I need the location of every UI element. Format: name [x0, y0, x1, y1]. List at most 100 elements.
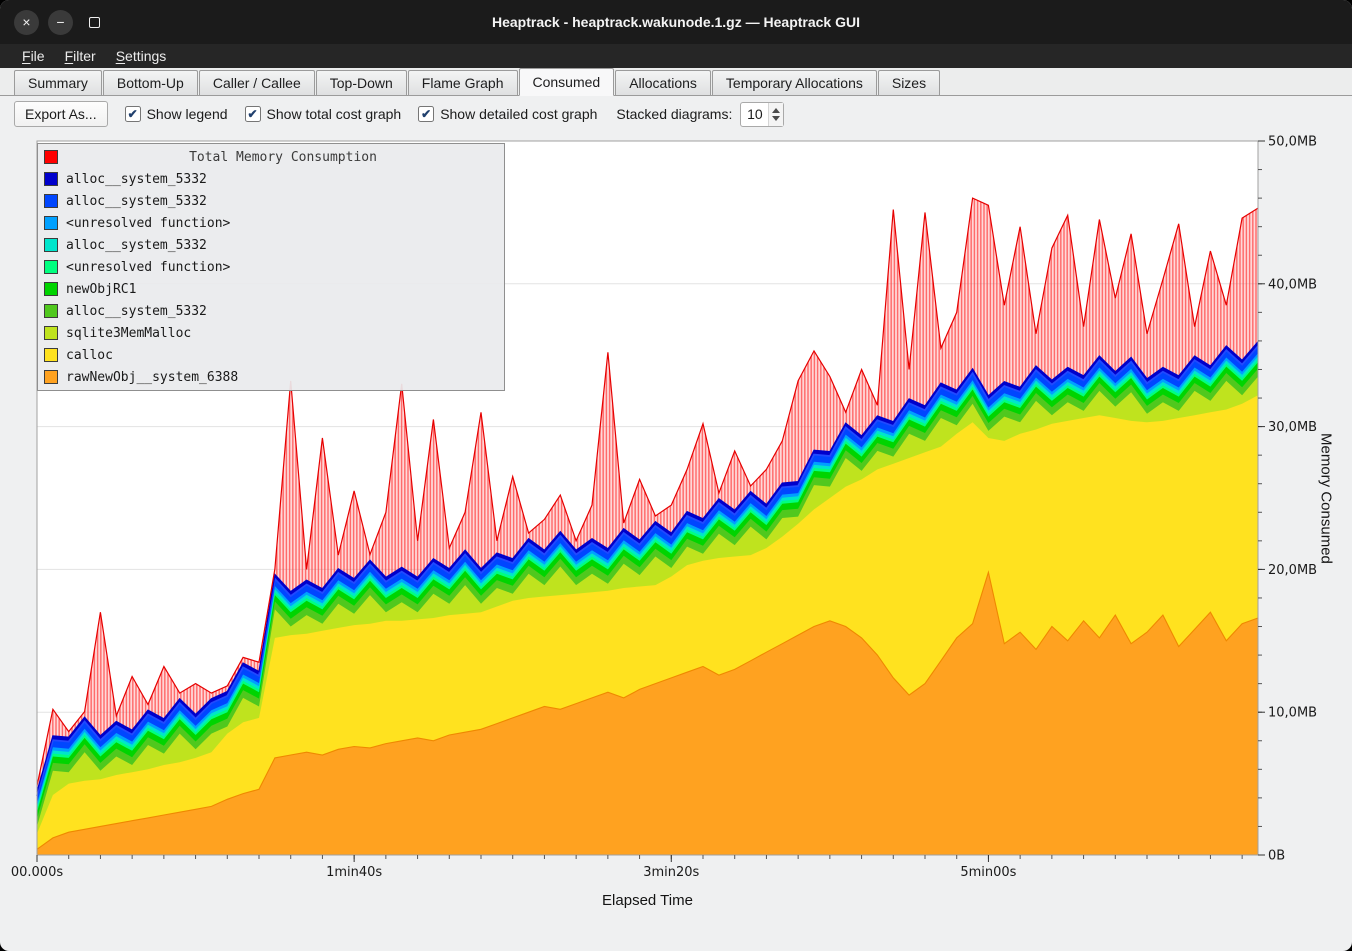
tab-allocations[interactable]: Allocations: [615, 70, 711, 95]
toolbar: Export As... ✔ Show legend ✔ Show total cos…: [0, 96, 1352, 132]
legend-item-label: alloc__system_5332: [66, 238, 207, 253]
legend-color-swatch: [44, 238, 58, 252]
maximize-button[interactable]: [82, 10, 107, 35]
menu-filter[interactable]: Filter: [55, 46, 106, 66]
checkbox-show-detailed-cost-graph[interactable]: ✔ Show detailed cost graph: [418, 106, 597, 122]
chart-region: 00.000s 1min40s 3min20s 5min00s 0B 10,0MB 20,0…: [0, 0, 1352, 951]
window-controls: × −: [14, 0, 107, 44]
tab-sizes[interactable]: Sizes: [878, 70, 940, 95]
x-axis-title: Elapsed Time: [37, 892, 1258, 909]
menu-bar: FileFilterSettings: [0, 44, 1352, 68]
series-area-rawnewobj-system-6388: [37, 572, 1258, 855]
spin-up-icon[interactable]: [772, 108, 780, 113]
checkbox-box-icon[interactable]: ✔: [418, 106, 434, 122]
legend-item: alloc__system_5332: [42, 300, 500, 322]
series-area-alloc-system-5332: [37, 342, 1258, 855]
legend-item: <unresolved function>: [42, 256, 500, 278]
chart-legend: Total Memory Consumption alloc__system_53…: [37, 143, 505, 391]
tab-caller-callee[interactable]: Caller / Callee: [199, 70, 315, 95]
close-button[interactable]: ×: [14, 10, 39, 35]
checkbox-label: Show total cost graph: [267, 106, 402, 122]
series-area-newobjrc1: [37, 362, 1258, 855]
x-tick-label: 00.000s: [11, 865, 63, 880]
close-icon: ×: [22, 15, 30, 29]
legend-title: Total Memory Consumption: [66, 150, 500, 165]
toolbar-checkboxes: ✔ Show legend ✔ Show total cost graph ✔ Show …: [125, 106, 598, 122]
legend-item-label: <unresolved function>: [66, 216, 230, 231]
y-tick-label: 0B: [1268, 849, 1285, 864]
series-area-alloc-system-5332: [37, 356, 1258, 855]
x-tick-label: 1min40s: [326, 865, 382, 880]
legend-color-swatch: [44, 194, 58, 208]
export-as-button[interactable]: Export As...: [14, 101, 108, 127]
legend-item: <unresolved function>: [42, 212, 500, 234]
checkbox-box-icon[interactable]: ✔: [125, 106, 141, 122]
tab-flame-graph[interactable]: Flame Graph: [408, 70, 518, 95]
tab-bottom-up[interactable]: Bottom-Up: [103, 70, 198, 95]
legend-color-swatch: [44, 172, 58, 186]
legend-item: calloc: [42, 344, 500, 366]
series-area-unresolved-function: [37, 353, 1258, 855]
legend-color-swatch: [44, 216, 58, 230]
menu-settings[interactable]: Settings: [106, 46, 177, 66]
memory-consumption-chart[interactable]: 00.000s 1min40s 3min20s 5min00s 0B 10,0MB 20,0…: [0, 0, 1352, 951]
series-area-alloc-system-5332: [37, 369, 1258, 855]
legend-item: alloc__system_5332: [42, 190, 500, 212]
tab-summary[interactable]: Summary: [14, 70, 102, 95]
legend-title-row: Total Memory Consumption: [42, 146, 500, 168]
checkbox-label: Show legend: [147, 106, 228, 122]
titlebar: × − Heaptrack - heaptrack.wakunode.1.gz …: [0, 0, 1352, 44]
y-tick-label: 50,0MB: [1268, 135, 1317, 150]
legend-item-label: alloc__system_5332: [66, 194, 207, 209]
series-area-unresolved-function: [37, 360, 1258, 856]
heaptrack-window: × − Heaptrack - heaptrack.wakunode.1.gz …: [0, 0, 1352, 951]
maximize-icon: [89, 17, 100, 28]
stacked-diagrams-label: Stacked diagrams:: [616, 106, 732, 122]
total-consumption-area: [37, 198, 1258, 855]
legend-color-swatch: [44, 304, 58, 318]
legend-item-label: newObjRC1: [66, 282, 136, 297]
legend-color-swatch: [44, 260, 58, 274]
legend-item-label: alloc__system_5332: [66, 304, 207, 319]
legend-item-label: rawNewObj__system_6388: [66, 370, 238, 385]
legend-color-swatch: [44, 282, 58, 296]
tab-bar: SummaryBottom-UpCaller / CalleeTop-DownF…: [0, 68, 1352, 96]
y-tick-label: 40,0MB: [1268, 277, 1317, 292]
window-title: Heaptrack - heaptrack.wakunode.1.gz — He…: [0, 14, 1352, 30]
spinbox-arrows: [768, 103, 783, 126]
y-axis-title: Memory Consumed: [1314, 141, 1338, 855]
y-tick-label: 10,0MB: [1268, 706, 1317, 721]
legend-item-label: <unresolved function>: [66, 260, 230, 275]
tab-top-down[interactable]: Top-Down: [316, 70, 407, 95]
menu-file[interactable]: File: [12, 46, 55, 66]
y-tick-label: 20,0MB: [1268, 563, 1317, 578]
series-area-alloc-system-5332: [37, 346, 1258, 855]
legend-color-swatch: [44, 326, 58, 340]
total-consumption-line: [37, 198, 1258, 786]
tab-temporary-allocations[interactable]: Temporary Allocations: [712, 70, 877, 95]
tab-consumed[interactable]: Consumed: [519, 68, 615, 96]
legend-item-label: alloc__system_5332: [66, 172, 207, 187]
legend-item: alloc__system_5332: [42, 168, 500, 190]
checkbox-show-legend[interactable]: ✔ Show legend: [125, 106, 228, 122]
checkbox-label: Show detailed cost graph: [440, 106, 597, 122]
spin-down-icon[interactable]: [772, 116, 780, 121]
legend-item-label: sqlite3MemMalloc: [66, 326, 191, 341]
x-tick-label: 3min20s: [643, 865, 699, 880]
minimize-button[interactable]: −: [48, 10, 73, 35]
legend-color-swatch: [44, 370, 58, 384]
legend-item: alloc__system_5332: [42, 234, 500, 256]
stacked-diagrams-value[interactable]: 10: [741, 103, 768, 126]
legend-item: rawNewObj__system_6388: [42, 366, 500, 388]
checkbox-box-icon[interactable]: ✔: [245, 106, 261, 122]
y-tick-label: 30,0MB: [1268, 420, 1317, 435]
checkbox-show-total-cost-graph[interactable]: ✔ Show total cost graph: [245, 106, 402, 122]
x-tick-label: 5min00s: [960, 865, 1016, 880]
series-area-calloc: [37, 395, 1258, 855]
legend-item: sqlite3MemMalloc: [42, 322, 500, 344]
series-area-sqlite3memmalloc: [37, 377, 1258, 855]
legend-color-swatch: [44, 150, 58, 164]
legend-item: newObjRC1: [42, 278, 500, 300]
minimize-icon: −: [56, 15, 64, 29]
stacked-diagrams-spinbox[interactable]: 10: [740, 102, 784, 127]
